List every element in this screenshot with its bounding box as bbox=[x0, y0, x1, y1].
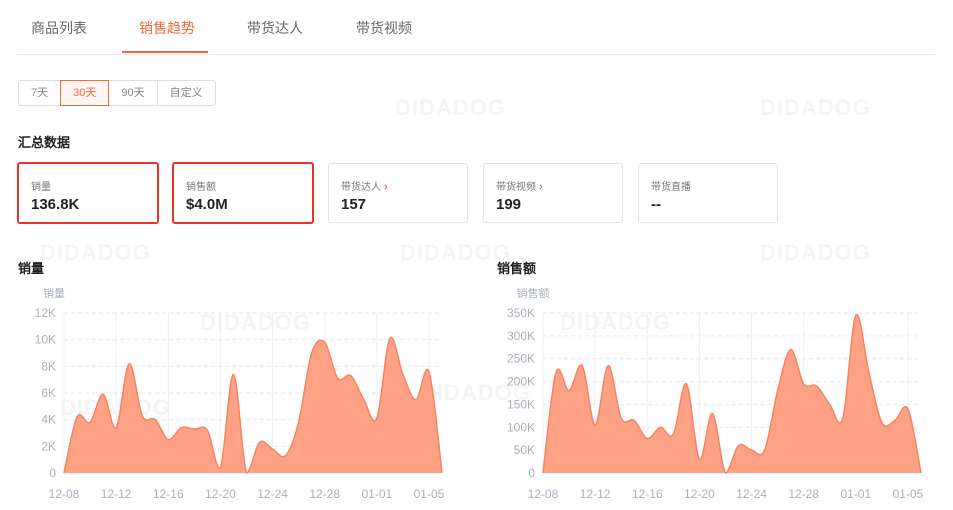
x-tick-label: 12-16 bbox=[153, 487, 184, 501]
card-label-wrap: 带货视频 › bbox=[496, 178, 543, 193]
x-tick-label: 01-01 bbox=[361, 487, 392, 501]
watermark: DIDADOG bbox=[40, 240, 151, 266]
card-value: 157 bbox=[341, 196, 367, 213]
y-tick-label: 0 bbox=[49, 466, 56, 480]
chart-title-sales-volume: 销量 bbox=[18, 261, 45, 276]
y-tick-label: 100K bbox=[507, 420, 535, 434]
active-tab-indicator bbox=[122, 51, 208, 53]
summary-card-creators[interactable]: 带货达人 › 157 bbox=[328, 163, 468, 223]
x-tick-label: 12-12 bbox=[101, 487, 132, 501]
series-area bbox=[543, 314, 921, 473]
y-axis-label: 销量 bbox=[43, 286, 65, 300]
tab-product-list[interactable]: 商品列表 bbox=[31, 18, 87, 38]
watermark: DIDADOG bbox=[395, 95, 506, 121]
card-label: 带货直播 bbox=[651, 182, 691, 193]
tab-sales-trend[interactable]: 销售趋势 bbox=[139, 18, 195, 38]
card-value: $4.0M bbox=[186, 196, 228, 213]
watermark: DIDADOG bbox=[760, 95, 871, 121]
x-tick-label: 12-28 bbox=[309, 487, 340, 501]
x-tick-label: 12-08 bbox=[49, 487, 80, 501]
card-value: 199 bbox=[496, 196, 522, 213]
card-value: -- bbox=[651, 196, 661, 213]
y-tick-label: 0 bbox=[528, 466, 535, 480]
x-tick-label: 12-24 bbox=[736, 487, 767, 501]
y-tick-label: 12K bbox=[35, 306, 56, 320]
x-tick-label: 01-05 bbox=[893, 487, 924, 501]
chart-title-sales-amount: 销售额 bbox=[497, 261, 537, 276]
x-tick-label: 12-20 bbox=[205, 487, 236, 501]
summary-card-sales-volume: 销量 136.8K bbox=[17, 162, 159, 224]
y-tick-label: 10K bbox=[35, 333, 56, 347]
sales-volume-chart: 销量 0 2K 4K 6K 8K 10K 12K 12-08 12-12 12-16 12-20 12-… bbox=[35, 286, 445, 501]
x-tick-label: 01-05 bbox=[414, 487, 445, 501]
range-30-days[interactable]: 30天 bbox=[60, 80, 110, 106]
range-7-days[interactable]: 7天 bbox=[18, 80, 62, 106]
range-custom[interactable]: 自定义 bbox=[156, 80, 216, 106]
chevron-right-icon: › bbox=[384, 181, 388, 193]
y-tick-label: 150K bbox=[507, 397, 535, 411]
watermark: DIDADOG bbox=[760, 240, 871, 266]
y-tick-label: 2K bbox=[41, 439, 56, 453]
y-tick-label: 250K bbox=[507, 352, 535, 366]
summary-card-videos[interactable]: 带货视频 › 199 bbox=[483, 163, 623, 223]
y-tick-label: 50K bbox=[514, 443, 535, 457]
tab-bar: 商品列表 销售趋势 带货达人 带货视频 bbox=[18, 0, 935, 55]
tab-videos[interactable]: 带货视频 bbox=[356, 18, 412, 38]
card-label-wrap: 带货达人 › bbox=[341, 178, 388, 193]
y-tick-label: 6K bbox=[41, 386, 56, 400]
y-axis-label: 销售额 bbox=[517, 286, 550, 300]
summary-card-live: 带货直播 -- bbox=[638, 163, 778, 223]
x-tick-label: 12-20 bbox=[684, 487, 715, 501]
card-label: 带货视频 bbox=[496, 182, 536, 193]
sales-amount-chart: 销售额 0 50K 100K 150K 200K 250K 300K 350K 12-08 12-1… bbox=[507, 286, 924, 501]
y-tick-label: 8K bbox=[41, 359, 56, 373]
y-tick-label: 350K bbox=[507, 306, 535, 320]
card-label: 带货达人 bbox=[341, 182, 381, 193]
y-tick-label: 300K bbox=[507, 329, 535, 343]
card-label: 销售额 bbox=[186, 182, 216, 193]
watermark: DIDADOG bbox=[400, 240, 511, 266]
y-tick-label: 4K bbox=[41, 413, 56, 427]
x-tick-label: 12-28 bbox=[788, 487, 819, 501]
x-tick-label: 12-12 bbox=[580, 487, 611, 501]
card-value: 136.8K bbox=[31, 196, 80, 213]
y-tick-label: 200K bbox=[507, 375, 535, 389]
chevron-right-icon: › bbox=[539, 181, 543, 193]
x-tick-label: 01-01 bbox=[840, 487, 871, 501]
date-range-selector: 7天 30天 90天 自定义 bbox=[18, 80, 216, 106]
x-tick-label: 12-08 bbox=[528, 487, 559, 501]
x-tick-label: 12-24 bbox=[257, 487, 288, 501]
summary-title: 汇总数据 bbox=[18, 135, 71, 150]
tab-creators[interactable]: 带货达人 bbox=[247, 18, 303, 38]
summary-card-sales-amount: 销售额 $4.0M bbox=[172, 162, 314, 224]
range-90-days[interactable]: 90天 bbox=[108, 80, 158, 106]
x-tick-label: 12-16 bbox=[632, 487, 663, 501]
card-label: 销量 bbox=[31, 182, 51, 193]
